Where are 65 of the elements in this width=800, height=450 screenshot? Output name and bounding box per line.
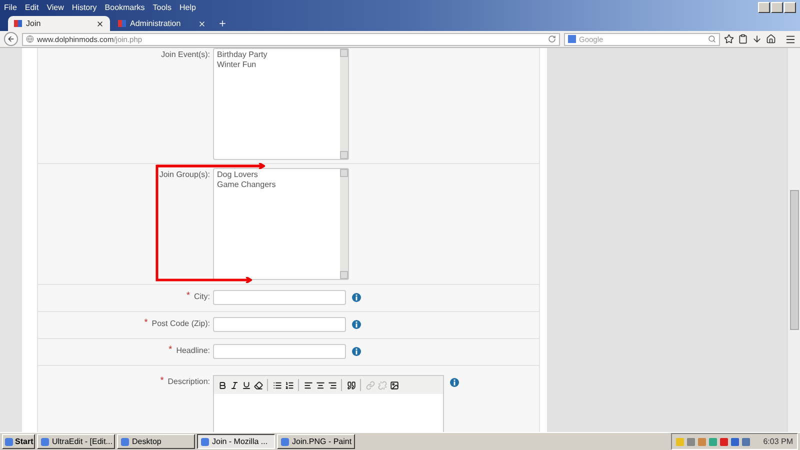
minimize-button[interactable]	[758, 2, 770, 13]
quote-icon[interactable]	[346, 379, 356, 391]
maximize-button[interactable]	[771, 2, 783, 13]
browser-tab[interactable]: Join	[8, 16, 110, 31]
menu-item[interactable]: Tools	[152, 3, 172, 12]
globe-icon	[26, 35, 34, 43]
search-icon[interactable]	[708, 35, 716, 43]
required-asterisk: *	[186, 290, 190, 301]
italic-icon[interactable]	[229, 379, 239, 391]
new-tab-icon[interactable]	[218, 19, 227, 28]
close-icon[interactable]	[96, 20, 104, 28]
download-icon[interactable]	[752, 34, 762, 44]
list-box[interactable]: Dog Lovers Game Changers	[213, 168, 349, 280]
field-label: Description:	[168, 376, 211, 386]
info-icon[interactable]	[352, 320, 361, 329]
menu-item[interactable]: History	[72, 3, 97, 12]
browser-tab[interactable]: Administration	[112, 16, 212, 31]
list-option[interactable]: Dog Lovers	[217, 170, 337, 180]
list-option[interactable]: Game Changers	[217, 180, 337, 190]
clock: 6:03 PM	[763, 437, 793, 446]
field-label: Join Group(s):	[159, 169, 211, 179]
scrollbar[interactable]	[787, 48, 800, 432]
back-arrow-icon	[7, 35, 15, 43]
taskbar-button[interactable]: Join.PNG - Paint	[277, 434, 355, 449]
list-box[interactable]: Birthday Party Winter Fun	[213, 48, 349, 160]
menu-item[interactable]: File	[4, 3, 17, 12]
back-button[interactable]	[4, 32, 18, 46]
info-icon[interactable]	[352, 293, 361, 302]
taskbar-button[interactable]: Desktop	[117, 434, 195, 449]
underline-icon[interactable]	[241, 379, 251, 391]
menu-item[interactable]: View	[46, 3, 64, 12]
text-field[interactable]	[213, 317, 346, 332]
list-scrollbar[interactable]	[340, 49, 348, 159]
reload-icon[interactable]	[548, 35, 556, 43]
star-icon[interactable]	[724, 34, 734, 44]
image-icon[interactable]	[389, 379, 399, 391]
list-scrollbar[interactable]	[340, 169, 348, 279]
menu-item[interactable]: Help	[179, 3, 196, 12]
home-icon[interactable]	[766, 34, 776, 44]
required-asterisk: *	[168, 344, 172, 355]
taskbar-button[interactable]: UltraEdit - [Edit...	[37, 434, 115, 449]
info-icon[interactable]	[352, 347, 361, 356]
taskbar-button[interactable]: Join - Mozilla ...	[197, 434, 275, 449]
numbered-list-icon[interactable]	[284, 379, 294, 391]
list-option[interactable]: Birthday Party	[217, 50, 337, 60]
close-button[interactable]	[784, 2, 796, 13]
field-label: Post Code (Zip):	[152, 318, 211, 328]
start-button[interactable]: Start	[2, 434, 35, 449]
clipboard-icon[interactable]	[738, 34, 748, 44]
field-label: City:	[194, 291, 211, 301]
eraser-icon[interactable]	[253, 379, 263, 391]
info-icon[interactable]	[450, 378, 459, 387]
menu-icon[interactable]	[785, 34, 796, 44]
favicon-icon	[118, 20, 126, 27]
required-asterisk: *	[144, 317, 148, 328]
favicon-icon	[14, 20, 22, 27]
menu-item[interactable]: Edit	[24, 3, 39, 12]
text-field[interactable]	[213, 344, 346, 359]
required-asterisk: *	[160, 375, 164, 386]
bold-icon[interactable]	[217, 379, 227, 391]
menu-item[interactable]: Bookmarks	[104, 3, 145, 12]
field-label: Headline:	[176, 345, 211, 355]
field-label: Join Event(s):	[161, 49, 211, 59]
text-field[interactable]	[213, 290, 346, 305]
list-option[interactable]: Winter Fun	[217, 60, 337, 70]
